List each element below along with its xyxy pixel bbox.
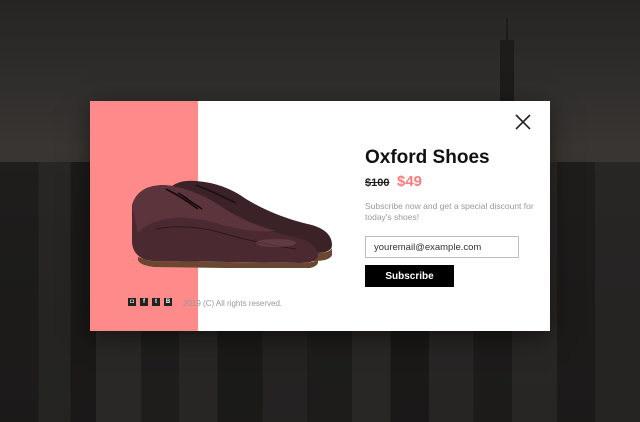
email-input[interactable] <box>365 236 519 258</box>
product-title: Oxford Shoes <box>365 147 490 168</box>
promo-description: Subscribe now and get a special discount… <box>365 201 534 222</box>
instagram-icon[interactable]: ◘ <box>128 298 136 306</box>
copyright-text: 2019 (C) All rights reserved. <box>183 299 283 308</box>
twitter-icon[interactable]: t <box>152 298 160 306</box>
social-links: ◘ f t B <box>128 298 172 306</box>
close-icon[interactable] <box>514 113 532 131</box>
subscribe-button[interactable]: Subscribe <box>365 265 454 287</box>
promo-modal: Oxford Shoes $100 $49 Subscribe now and … <box>90 101 550 331</box>
blogger-icon[interactable]: B <box>164 298 172 306</box>
old-price: $100 <box>365 177 390 189</box>
sale-price: $49 <box>397 173 423 190</box>
facebook-icon[interactable]: f <box>140 298 148 306</box>
oxford-shoe-image <box>132 180 332 268</box>
